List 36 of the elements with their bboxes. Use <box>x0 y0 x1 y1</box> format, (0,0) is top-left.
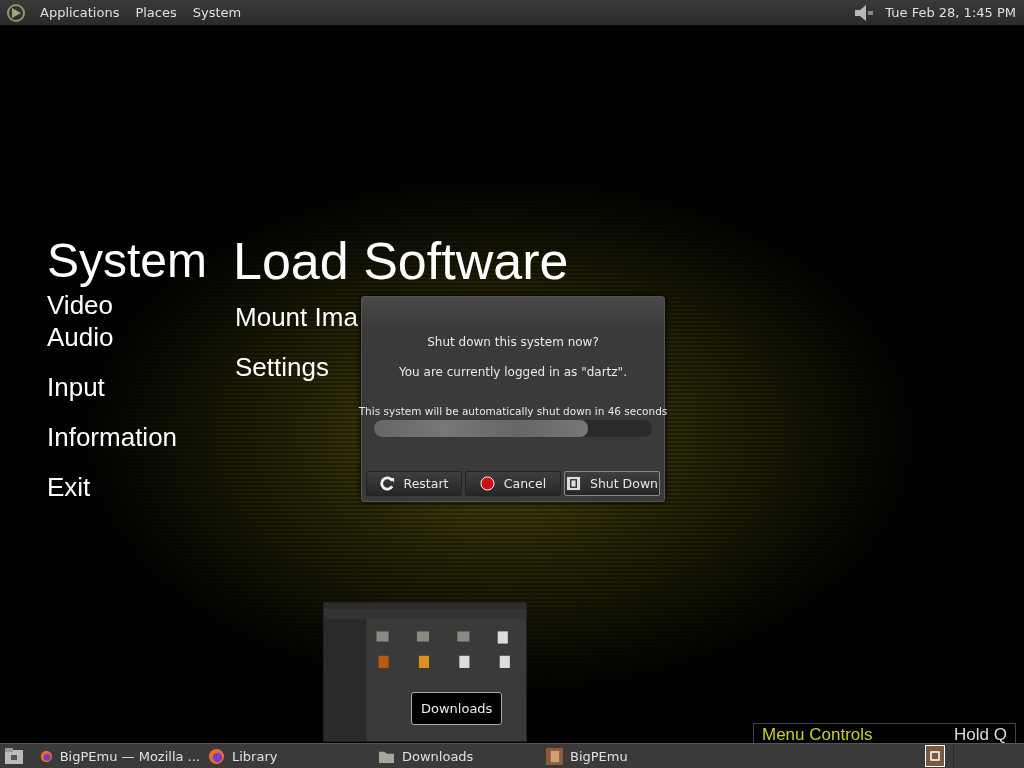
countdown-text: This system will be automatically shut down in 46 seconds <box>358 405 668 417</box>
panel-menu[interactable]: Places <box>133 3 179 22</box>
app-icon <box>546 747 563 765</box>
menu-item[interactable]: Mount Ima <box>235 301 358 333</box>
menu-item[interactable]: Settings <box>235 351 329 383</box>
volume-icon[interactable] <box>853 2 876 23</box>
taskbar-button[interactable]: Downloads <box>374 744 542 768</box>
hint-label: Menu Controls <box>762 725 873 743</box>
dialog-button[interactable]: Restart <box>366 471 462 496</box>
menu-item[interactable]: Video <box>47 289 114 321</box>
hint-key: Hold Q <box>954 725 1007 743</box>
preview-label: Downloads <box>411 692 503 725</box>
dialog-button[interactable]: Cancel <box>465 471 561 496</box>
show-desktop-icon[interactable] <box>4 747 24 765</box>
stop-icon <box>479 476 495 491</box>
power-icon <box>565 476 581 491</box>
browser-icon <box>208 747 225 765</box>
tray-app-icon[interactable] <box>925 745 945 767</box>
dialog-title: Shut down this system now? <box>427 335 599 349</box>
menu-item[interactable]: Exit <box>47 471 91 503</box>
clock[interactable]: Tue Feb 28, 1:45 PM <box>885 5 1016 20</box>
menu-item[interactable]: Information <box>47 421 178 453</box>
menu-item[interactable]: Input <box>47 371 105 403</box>
panel-menu[interactable]: System <box>190 3 244 22</box>
dialog-message: You are currently logged in as "dartz". <box>399 365 627 379</box>
panel-menu[interactable]: Applications <box>38 3 122 22</box>
menu-heading[interactable]: System <box>47 233 208 289</box>
restart-icon <box>379 476 395 491</box>
window-preview[interactable]: Downloads <box>323 602 527 742</box>
main-menu-icon[interactable] <box>6 2 26 23</box>
taskbar-button[interactable]: Library <box>204 744 374 768</box>
menu-item[interactable]: Audio <box>47 321 114 353</box>
taskbar-button[interactable]: BigPEmu <box>542 744 632 768</box>
dialog-button[interactable]: Shut Down <box>564 471 660 496</box>
menu-heading[interactable]: Load Software <box>233 233 569 289</box>
taskbar-button[interactable]: BigPEmu — Mozilla ... <box>36 744 204 768</box>
